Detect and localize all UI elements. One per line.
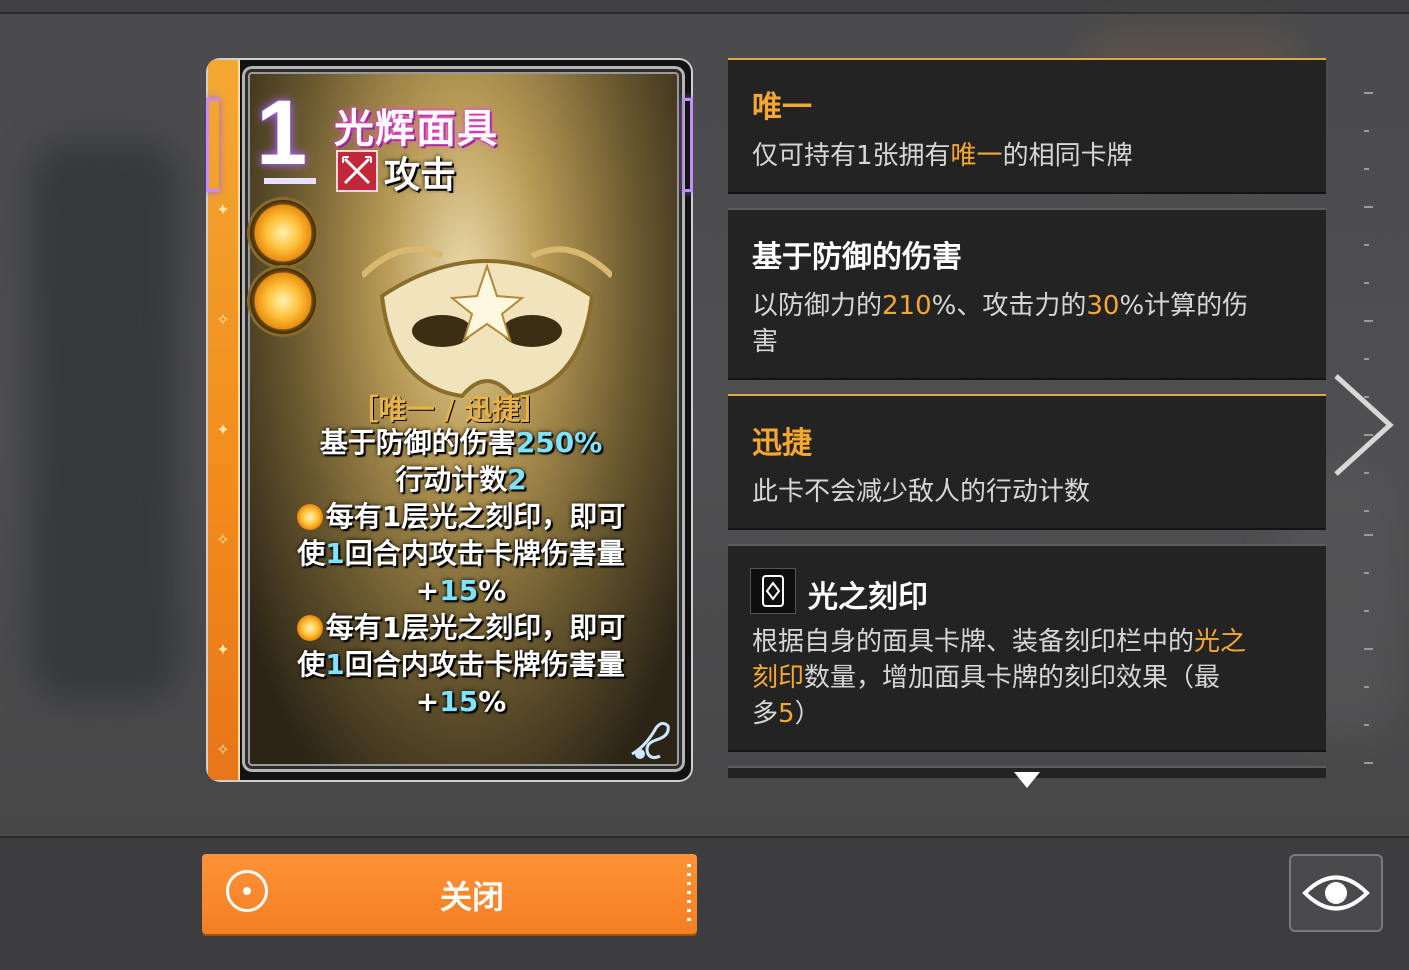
sun-mark-icon (296, 615, 323, 641)
rune-icon: ✦ (216, 200, 230, 219)
panel-body: 根据自身的面具卡牌、装备刻印栏中的光之 刻印数量，增加面具卡牌的刻印效果（最 多… (752, 627, 1247, 729)
rune-icon: ✧ (216, 310, 230, 329)
rune-icon: ✦ (216, 640, 230, 659)
keyword-panel-swift: 迅捷 此卡不会减少敌人的行动计数 (728, 394, 1326, 528)
card-detail: ✦ ✧ ✦ ✧ ✦ ✧ 1 光辉面具 攻击 ［唯一 / 迅捷］ 基于防御的伤害2… (206, 58, 693, 782)
card-type-label: 攻击 (384, 155, 457, 196)
panel-title: 光之刻印 (808, 580, 928, 615)
card-tags: ［唯一 / 迅捷］ (350, 393, 549, 426)
close-button[interactable]: 关闭 (202, 854, 697, 934)
panel-body: 仅可持有1张拥有唯一的相同卡牌 (752, 141, 1133, 171)
keyword-panel-defense-damage: 基于防御的伤害 以防御力的210%、攻击力的30%计算的伤 害 (728, 208, 1326, 378)
scroll-down-indicator-icon[interactable] (1014, 772, 1040, 788)
sun-mark-icon (250, 200, 316, 266)
sun-mark-icon (250, 268, 316, 334)
panel-title: 迅捷 (752, 426, 812, 461)
crossed-swords-icon (336, 150, 378, 192)
keyword-panel-unique: 唯一 仅可持有1张拥有唯一的相同卡牌 (728, 58, 1326, 192)
scroll-ruler[interactable] (1364, 90, 1374, 770)
eye-icon (1302, 875, 1370, 911)
rune-icon: ✧ (216, 530, 230, 549)
cost-frame-left (206, 98, 219, 192)
music-note-logo-icon (631, 721, 670, 760)
background-blur (30, 140, 180, 700)
panel-title: 唯一 (752, 90, 812, 125)
panel-title: 基于防御的伤害 (752, 240, 962, 275)
cost-frame-right (684, 98, 693, 192)
rune-icon: ✧ (216, 740, 230, 759)
chevron-right-icon[interactable] (1328, 370, 1398, 480)
view-art-button[interactable] (1289, 854, 1383, 932)
keyword-panel-light-mark: 光之刻印 根据自身的面具卡牌、装备刻印栏中的光之 刻印数量，增加面具卡牌的刻印效… (728, 544, 1326, 750)
cost-underline (264, 178, 316, 184)
close-button-label: 关闭 (439, 878, 504, 916)
mark-card-icon (750, 568, 796, 614)
panel-body: 以防御力的210%、攻击力的30%计算的伤 害 (752, 291, 1249, 357)
sun-mark-icon (296, 504, 323, 530)
top-edge (0, 0, 1409, 14)
card-cost: 1 (256, 82, 308, 184)
card-description: 基于防御的伤害250% 行动计数2 每有1层光之刻印，即可 使1回合内攻击卡牌伤… (296, 426, 626, 718)
panel-body: 此卡不会减少敌人的行动计数 (752, 477, 1091, 507)
button-dots-decoration (687, 864, 691, 926)
